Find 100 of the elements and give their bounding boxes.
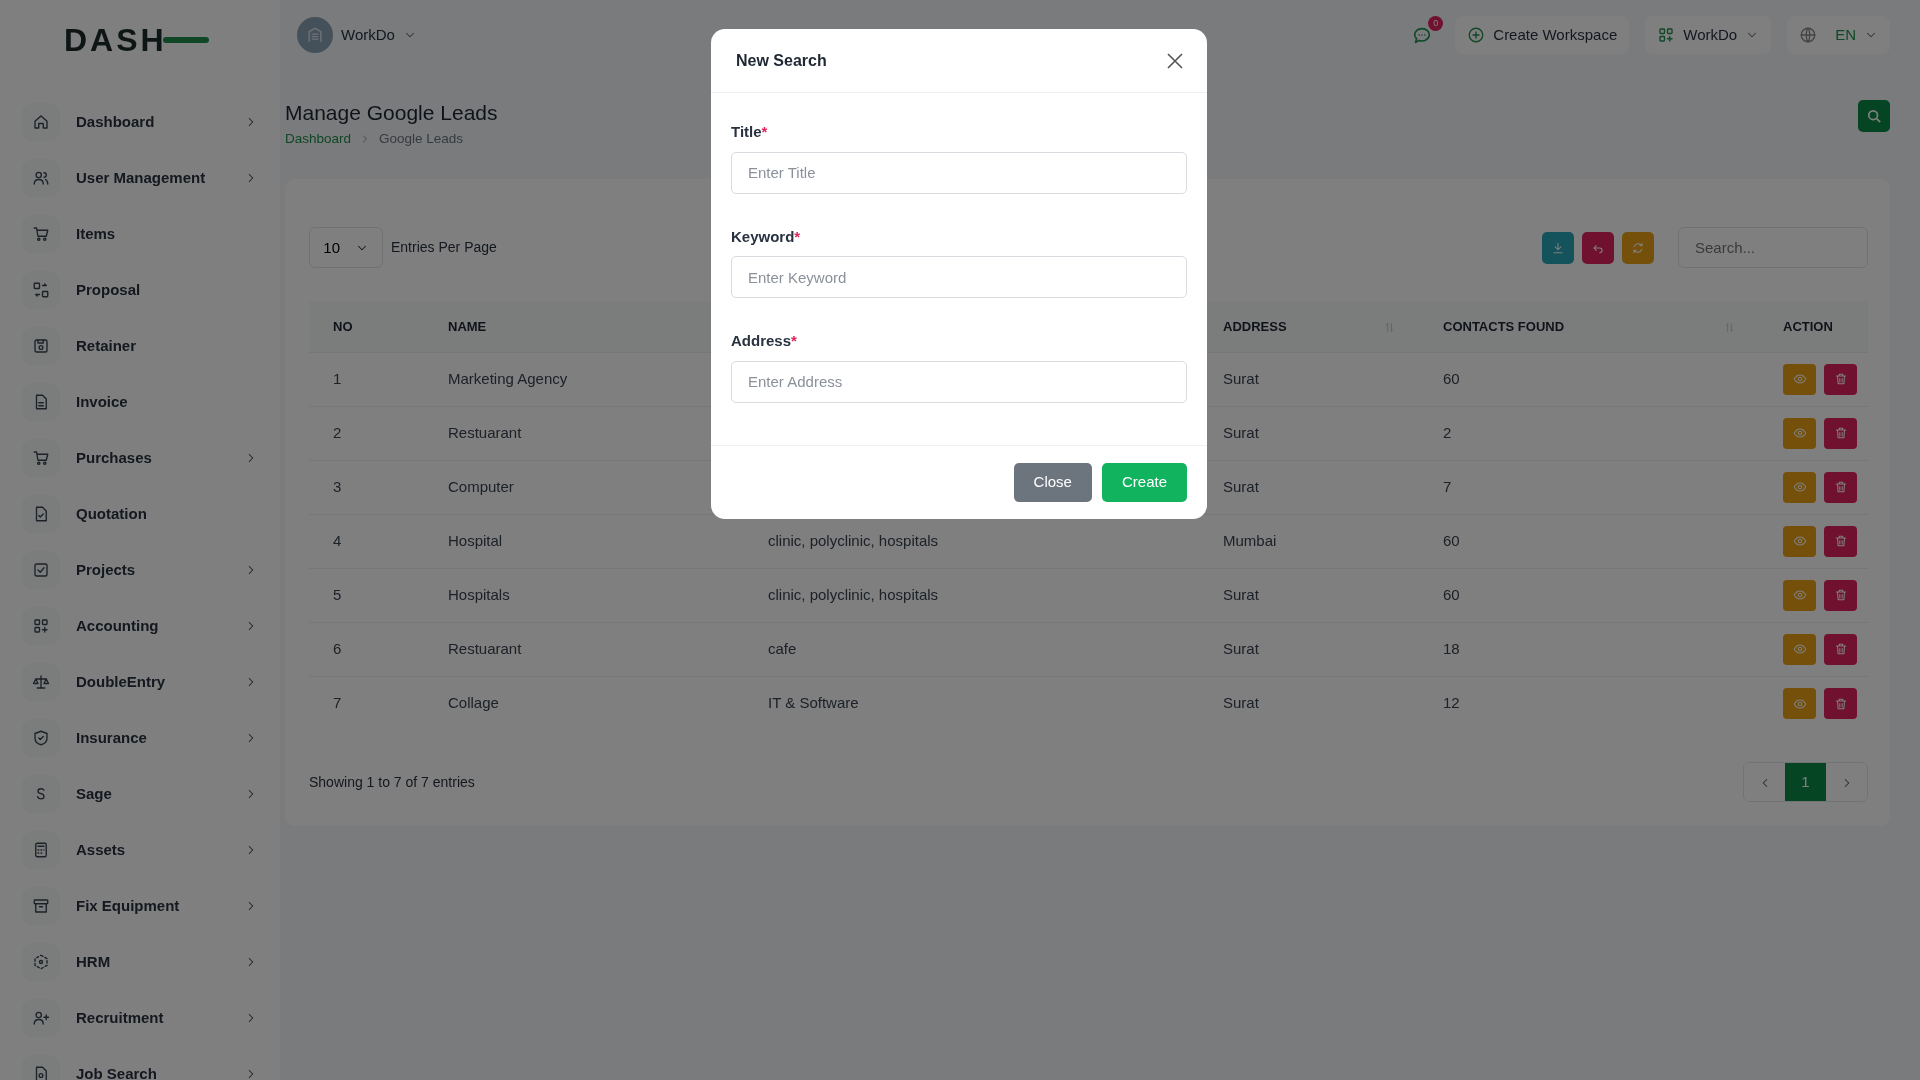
column-header: NO <box>333 318 353 337</box>
view-button[interactable] <box>1783 417 1816 449</box>
undo-button[interactable] <box>1582 231 1614 264</box>
view-button[interactable] <box>1783 363 1816 395</box>
table-cell: 6 <box>333 640 342 658</box>
sidebar-item[interactable]: Insurance <box>22 710 258 766</box>
delete-button[interactable] <box>1824 363 1857 395</box>
table-cell: IT & Software <box>768 694 859 712</box>
workspace-dropdown[interactable]: WorkDo <box>285 9 429 61</box>
search-button[interactable] <box>1858 100 1890 132</box>
eye-icon <box>1792 480 1807 495</box>
download-icon <box>1551 240 1565 255</box>
sidebar-item[interactable]: Assets <box>22 822 258 878</box>
plus-circle-icon <box>1467 26 1486 44</box>
sidebar-item[interactable]: Retainer <box>22 318 258 374</box>
input-field[interactable]: Enter Keyword <box>731 256 1187 298</box>
table-cell: Hospital <box>448 532 503 550</box>
user-plus-icon <box>32 1009 50 1027</box>
page-button[interactable]: 1 <box>1785 763 1826 802</box>
sidebar-item[interactable]: Recruitment <box>22 990 258 1046</box>
table-cell: Surat <box>1223 586 1259 604</box>
sidebar-item[interactable]: HRM <box>22 934 258 990</box>
home-icon <box>32 113 50 131</box>
delete-button[interactable] <box>1824 525 1857 557</box>
save-icon <box>32 337 50 355</box>
apps-icon <box>1657 26 1676 44</box>
sidebar-item[interactable]: Purchases <box>22 430 258 486</box>
shield-icon <box>32 729 50 747</box>
view-button[interactable] <box>1783 688 1816 720</box>
delete-button[interactable] <box>1824 579 1857 611</box>
eye-icon <box>1792 588 1807 603</box>
column-header: NAME <box>448 318 487 337</box>
create-button[interactable]: Create <box>1101 462 1187 502</box>
entries-summary: Showing 1 to 7 of 7 entries <box>309 772 475 792</box>
view-button[interactable] <box>1783 633 1816 665</box>
sidebar-item[interactable]: Invoice <box>22 374 258 430</box>
sidebar-item[interactable]: Dashboard <box>22 94 258 150</box>
table-cell: cafe <box>768 640 797 658</box>
column-header: CONTACTS FOUND <box>1443 318 1565 337</box>
delete-button[interactable] <box>1824 688 1857 720</box>
table-cell: Mumbai <box>1223 532 1277 550</box>
input-field[interactable]: Enter Title <box>731 151 1187 194</box>
dash-logo: DASH <box>64 24 167 56</box>
sidebar-item[interactable]: Accounting <box>22 598 258 654</box>
search-field[interactable]: Search... <box>1678 227 1868 269</box>
table-cell: clinic, polyclinic, hospitals <box>768 532 939 550</box>
table-cell: Surat <box>1223 694 1259 712</box>
table-cell: 7 <box>333 694 342 712</box>
sidebar-item[interactable]: Items <box>22 206 258 262</box>
create-workspace-button[interactable]: Create Workspace <box>1455 15 1630 55</box>
close-icon[interactable] <box>1167 50 1183 71</box>
table-cell: 5 <box>333 586 342 604</box>
sidebar-item[interactable]: Sage <box>22 766 258 822</box>
eye-icon <box>1792 642 1807 657</box>
download-button[interactable] <box>1542 231 1574 264</box>
table-cell: Marketing Agency <box>448 370 568 388</box>
language-dropdown[interactable]: EN <box>1787 15 1890 55</box>
view-button[interactable] <box>1783 525 1816 557</box>
sidebar-item[interactable]: Fix Equipment <box>22 878 258 934</box>
sidebar-item[interactable]: Proposal <box>22 262 258 318</box>
sidebar-item[interactable]: Quotation <box>22 486 258 542</box>
table-cell: 7 <box>1443 478 1452 496</box>
entries-select[interactable]: 10 <box>309 227 383 269</box>
table-cell: 2 <box>333 424 342 442</box>
view-button[interactable] <box>1783 471 1816 503</box>
dialog-title: New Search <box>736 50 827 71</box>
trash-icon <box>1833 588 1848 603</box>
delete-button[interactable] <box>1824 633 1857 665</box>
delete-button[interactable] <box>1824 471 1857 503</box>
table-cell: 60 <box>1443 370 1460 388</box>
checkbox-icon <box>32 561 50 579</box>
breadcrumb-link[interactable]: Dashboard <box>285 129 352 150</box>
search-icon <box>1867 109 1881 123</box>
apps-icon <box>32 617 50 635</box>
column-header: ACTION <box>1783 318 1833 337</box>
table-cell: Collage <box>448 694 499 712</box>
table-cell: 2 <box>1443 424 1452 442</box>
sidebar-item[interactable]: DoubleEntry <box>22 654 258 710</box>
sidebar-item[interactable]: User Management <box>22 150 258 206</box>
workspace-menu[interactable]: WorkDo <box>1645 15 1772 55</box>
table-cell: Restuarant <box>448 424 522 442</box>
close-button[interactable]: Close <box>1013 462 1092 502</box>
hexagon-icon <box>32 953 50 971</box>
sidebar-item[interactable]: Projects <box>22 542 258 598</box>
cart-icon <box>32 449 50 467</box>
sidebar-item[interactable]: Job Search <box>22 1046 258 1080</box>
trash-icon <box>1833 696 1848 711</box>
exchange-icon <box>32 281 50 299</box>
view-button[interactable] <box>1783 579 1816 611</box>
table-cell: Restuarant <box>448 640 522 658</box>
trash-icon <box>1833 372 1848 387</box>
refresh-icon <box>1631 240 1645 255</box>
field-label: Address* <box>731 331 798 351</box>
table-cell: Surat <box>1223 478 1259 496</box>
refresh-button[interactable] <box>1622 231 1654 264</box>
delete-button[interactable] <box>1824 417 1857 449</box>
trash-icon <box>1833 480 1848 495</box>
input-field[interactable]: Enter Address <box>731 360 1187 403</box>
trash-icon <box>1833 534 1848 549</box>
column-header: ADDRESS <box>1223 318 1287 337</box>
